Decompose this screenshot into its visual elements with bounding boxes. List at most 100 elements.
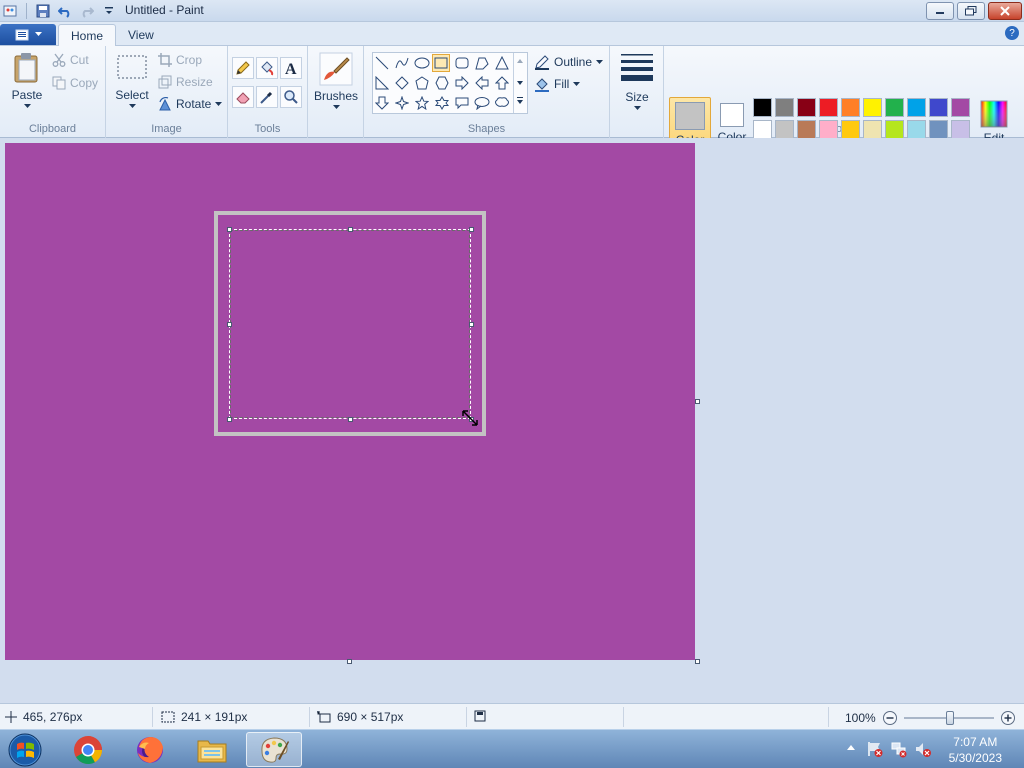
rotate-icon [158, 97, 172, 111]
oval-callout-shape-icon[interactable] [473, 94, 491, 112]
up-arrow-shape-icon[interactable] [493, 74, 511, 92]
tab-view[interactable]: View [116, 24, 166, 46]
triangle-shape-icon[interactable] [493, 54, 511, 72]
zoom-in-icon[interactable] [1000, 710, 1016, 726]
palette-color-swatch[interactable] [951, 98, 970, 117]
right-arrow-shape-icon[interactable] [453, 74, 471, 92]
oval-shape-icon[interactable] [413, 54, 431, 72]
customize-qat-icon[interactable] [101, 3, 117, 19]
rotate-button[interactable]: Rotate [158, 97, 223, 111]
chrome-taskbar-button[interactable] [60, 732, 116, 767]
polygon-shape-icon[interactable] [473, 54, 491, 72]
undo-icon[interactable] [57, 3, 73, 19]
palette-color-swatch[interactable] [907, 98, 926, 117]
palette-color-swatch[interactable] [951, 120, 970, 139]
palette-color-swatch[interactable] [819, 98, 838, 117]
crop-button[interactable]: Crop [158, 53, 202, 67]
curve-shape-icon[interactable] [393, 54, 411, 72]
rounded-rectangle-shape-icon[interactable] [453, 54, 471, 72]
left-arrow-shape-icon[interactable] [473, 74, 491, 92]
cloud-callout-shape-icon[interactable] [493, 94, 511, 112]
eraser-icon[interactable] [232, 86, 254, 108]
canvas-handle-corner[interactable] [695, 659, 700, 664]
selection-handle-n[interactable] [348, 227, 353, 232]
save-icon[interactable] [35, 3, 51, 19]
resize-button[interactable]: Resize [158, 75, 213, 89]
right-triangle-shape-icon[interactable] [373, 74, 391, 92]
start-button[interactable] [0, 732, 50, 767]
zoom-slider[interactable] [903, 710, 994, 726]
shapes-scroll[interactable] [513, 53, 527, 113]
paste-button[interactable]: Paste [8, 52, 46, 109]
selection-handle-sw[interactable] [227, 417, 232, 422]
canvas-workspace[interactable] [0, 138, 1024, 703]
selection-handle-s[interactable] [348, 417, 353, 422]
file-explorer-taskbar-button[interactable] [184, 732, 240, 767]
palette-color-swatch[interactable] [753, 98, 772, 117]
canvas-handle-bottom[interactable] [347, 659, 352, 664]
palette-color-swatch[interactable] [797, 98, 816, 117]
six-point-star-shape-icon[interactable] [433, 94, 451, 112]
text-tool-icon[interactable]: A [280, 57, 302, 79]
palette-color-swatch[interactable] [929, 98, 948, 117]
drawing-canvas[interactable] [5, 143, 695, 660]
cut-button[interactable]: Cut [52, 53, 89, 67]
clock-date: 5/30/2023 [948, 751, 1002, 765]
palette-color-swatch[interactable] [797, 120, 816, 139]
network-icon[interactable] [890, 740, 908, 758]
palette-color-swatch[interactable] [907, 120, 926, 139]
magnifier-icon[interactable] [280, 86, 302, 108]
paint-taskbar-button[interactable] [246, 732, 302, 767]
line-shape-icon[interactable] [373, 54, 391, 72]
rounded-callout-shape-icon[interactable] [453, 94, 471, 112]
canvas-handle-right[interactable] [695, 399, 700, 404]
firefox-taskbar-button[interactable] [122, 732, 178, 767]
show-hidden-icons-icon[interactable] [846, 743, 856, 753]
hexagon-shape-icon[interactable] [433, 74, 451, 92]
rectangle-shape-icon[interactable] [432, 54, 450, 72]
palette-color-swatch[interactable] [863, 98, 882, 117]
palette-color-swatch[interactable] [775, 120, 794, 139]
maximize-button[interactable] [957, 2, 985, 20]
size-button[interactable]: Size [616, 52, 658, 111]
selection-handle-e[interactable] [469, 322, 474, 327]
select-button[interactable]: Select [114, 54, 150, 109]
minimize-button[interactable] [926, 2, 954, 20]
fill-bucket-icon[interactable] [256, 57, 278, 79]
color-picker-icon[interactable] [256, 86, 278, 108]
palette-color-swatch[interactable] [753, 120, 772, 139]
brushes-button[interactable]: Brushes [314, 52, 358, 110]
zoom-out-icon[interactable] [882, 710, 898, 726]
palette-color-swatch[interactable] [775, 98, 794, 117]
system-clock[interactable]: 7:07 AM 5/30/2023 [949, 734, 1002, 766]
palette-color-swatch[interactable] [841, 98, 860, 117]
action-center-flag-icon[interactable] [866, 740, 884, 758]
pencil-icon[interactable] [232, 57, 254, 79]
selection-handle-w[interactable] [227, 322, 232, 327]
close-button[interactable] [988, 2, 1022, 20]
selection-handle-nw[interactable] [227, 227, 232, 232]
redo-icon[interactable] [79, 3, 95, 19]
tab-home[interactable]: Home [58, 24, 117, 46]
zoom-slider-thumb[interactable] [945, 711, 954, 725]
palette-color-swatch[interactable] [885, 120, 904, 139]
outline-button[interactable]: Outline [534, 54, 604, 70]
copy-button[interactable]: Copy [52, 76, 98, 90]
five-point-star-shape-icon[interactable] [413, 94, 431, 112]
palette-color-swatch[interactable] [929, 120, 948, 139]
paint-menu-button[interactable] [0, 24, 56, 45]
fill-button[interactable]: Fill [534, 76, 581, 92]
palette-color-swatch[interactable] [885, 98, 904, 117]
pentagon-shape-icon[interactable] [413, 74, 431, 92]
paint-app-icon[interactable] [2, 3, 18, 19]
diamond-shape-icon[interactable] [393, 74, 411, 92]
shape-selection-box[interactable] [229, 229, 471, 419]
four-point-star-shape-icon[interactable] [393, 94, 411, 112]
help-icon[interactable]: ? [1005, 26, 1019, 40]
palette-color-swatch[interactable] [819, 120, 838, 139]
volume-icon[interactable] [914, 740, 932, 758]
palette-color-swatch[interactable] [841, 120, 860, 139]
palette-color-swatch[interactable] [863, 120, 882, 139]
selection-handle-ne[interactable] [469, 227, 474, 232]
down-arrow-shape-icon[interactable] [373, 94, 391, 112]
